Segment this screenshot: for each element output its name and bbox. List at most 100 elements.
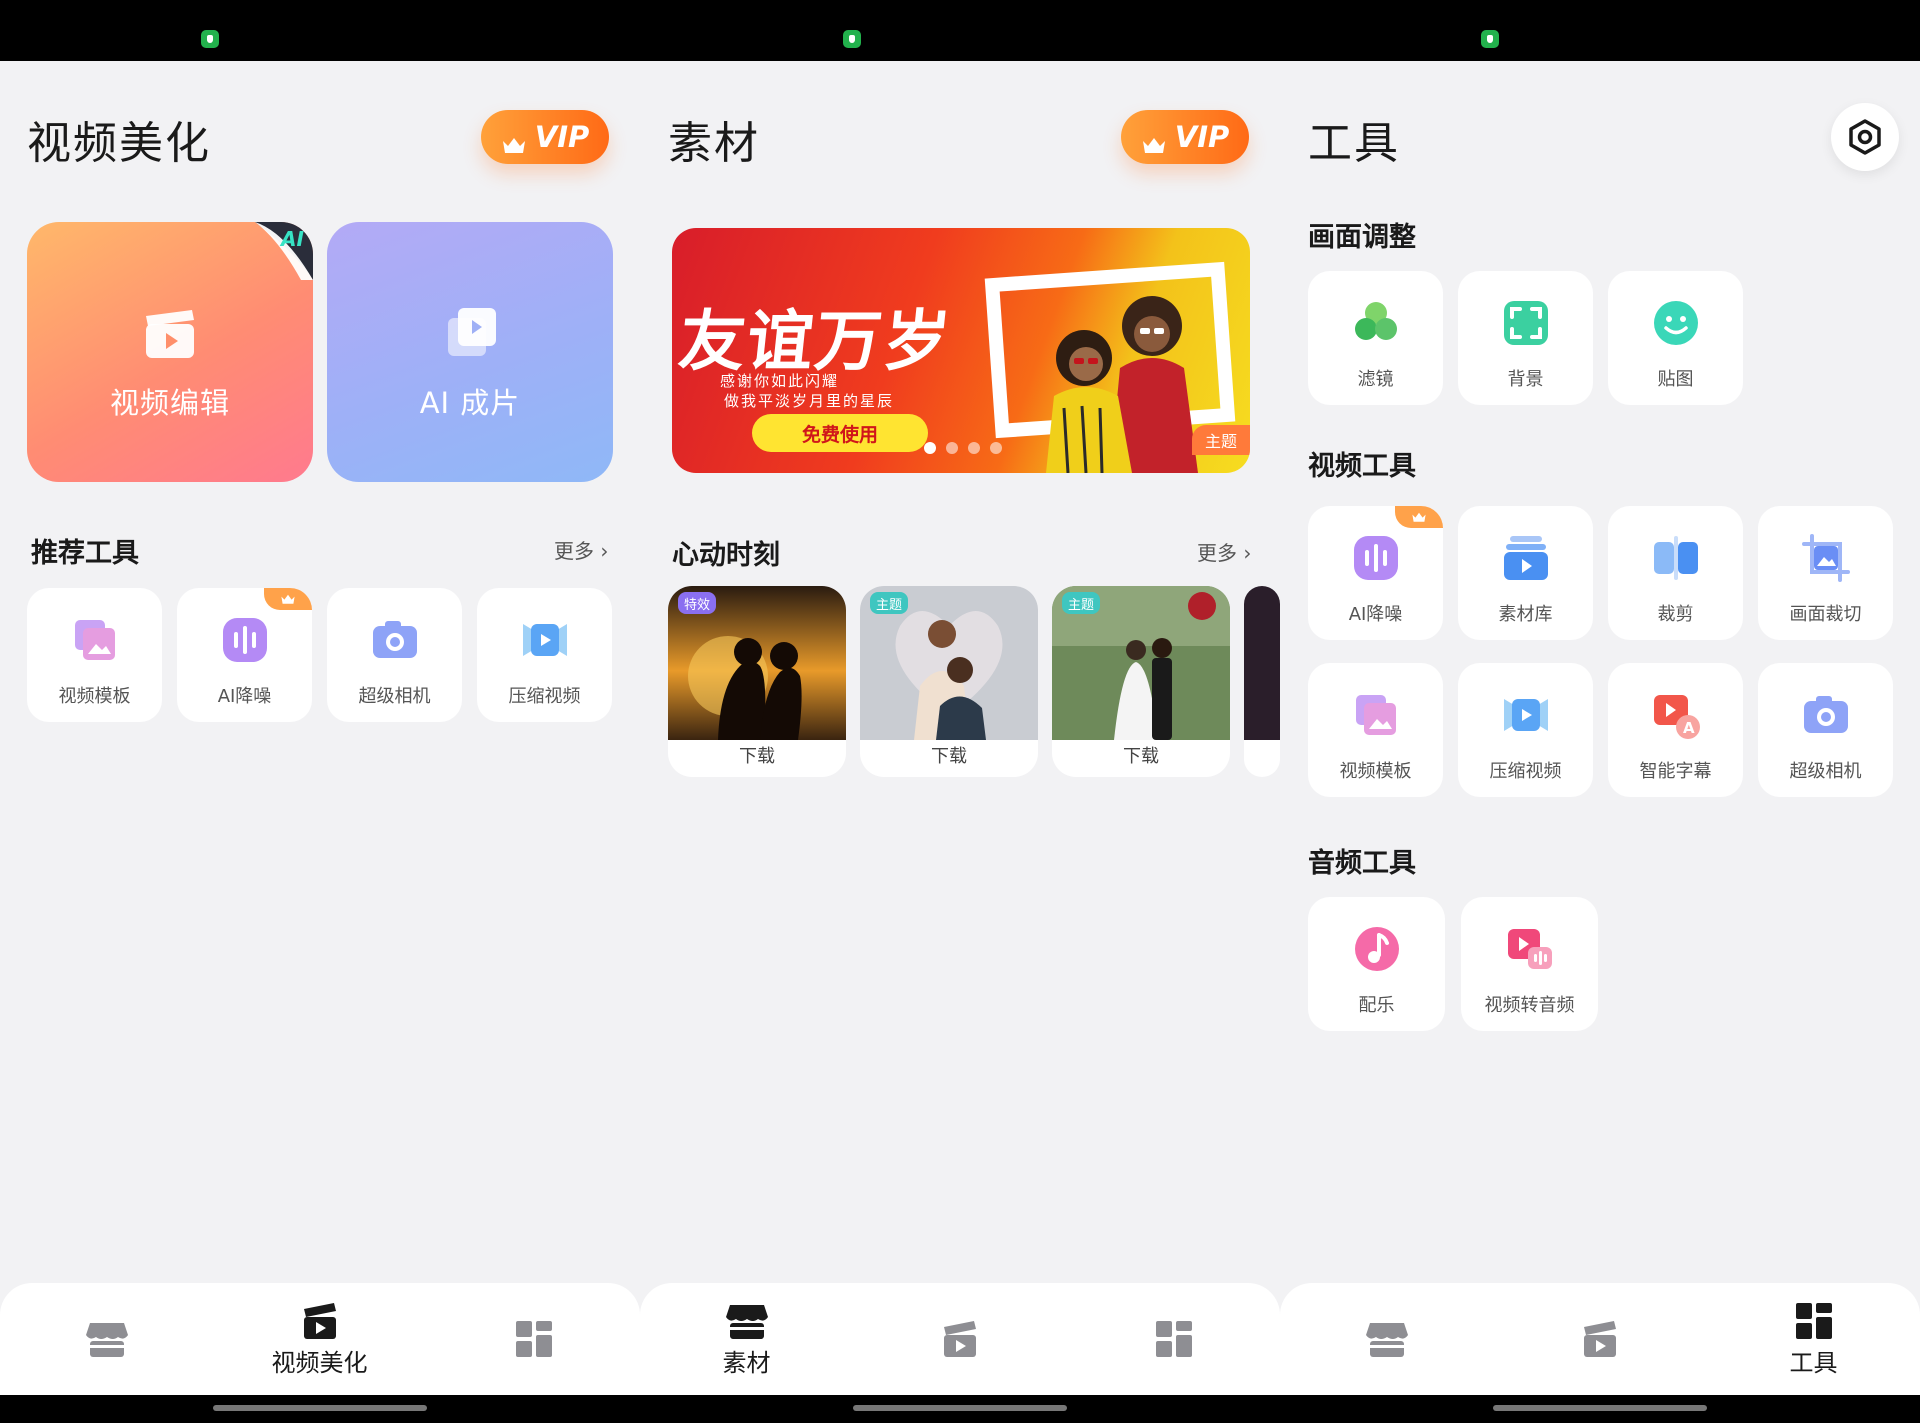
moment-card[interactable]: 特效 下载 — [668, 586, 846, 777]
nav-tools[interactable]: 工具 — [1707, 1283, 1920, 1395]
nav-materials[interactable]: 素材 — [640, 1283, 853, 1395]
camera-icon — [1803, 696, 1848, 733]
trim-icon — [1653, 536, 1698, 580]
tool-label: 配乐 — [1358, 995, 1395, 1016]
tool-label: 视频转音频 — [1484, 995, 1575, 1016]
carousel-dot[interactable] — [990, 442, 1002, 454]
grid-icon — [515, 1321, 552, 1357]
nav-materials[interactable] — [1280, 1283, 1493, 1395]
moment-card[interactable]: 主题 下载 — [860, 586, 1038, 777]
tool-label: AI降噪 — [1348, 604, 1403, 625]
tool-soundtrack[interactable]: 配乐 — [1308, 897, 1445, 1031]
tool-label: 背景 — [1507, 369, 1544, 390]
banner-subtitle: 做我平淡岁月里的星辰 — [724, 392, 895, 410]
tool-label: 视频模板 — [1339, 761, 1412, 782]
tool-label: 超级相机 — [1789, 761, 1862, 782]
tool-super-camera[interactable]: 超级相机 — [1758, 663, 1893, 797]
template-icon — [1355, 695, 1396, 735]
home-indicator[interactable] — [1493, 1405, 1707, 1411]
nav-materials[interactable] — [0, 1283, 213, 1395]
library-icon — [1503, 536, 1548, 580]
vip-button[interactable]: VIP — [1121, 110, 1249, 164]
tool-smart-subtitle[interactable]: A 智能字幕 — [1608, 663, 1743, 797]
clapperboard-icon — [943, 1321, 976, 1357]
carousel-dots — [924, 442, 1002, 454]
svg-text:AI: AI — [279, 227, 304, 251]
tool-label: 超级相机 — [358, 686, 431, 707]
tool-label: 裁剪 — [1657, 604, 1694, 625]
download-label[interactable]: 下载 — [668, 742, 846, 768]
tool-compress-video[interactable]: 压缩视频 — [477, 588, 612, 722]
beautify-screen: 视频美化 VIP AI 视频编辑 AI 成片 推荐工具 更多 › 视频模板 AI… — [0, 0, 640, 1423]
tool-ai-denoise[interactable]: AI降噪 — [1308, 506, 1443, 640]
tool-label: 智能字幕 — [1639, 761, 1712, 782]
thumbnail — [1244, 586, 1280, 740]
tool-super-camera[interactable]: 超级相机 — [327, 588, 462, 722]
chevron-right-icon: › — [1237, 541, 1252, 565]
tool-label: AI降噪 — [217, 686, 272, 707]
tool-background[interactable]: 背景 — [1458, 271, 1593, 405]
carousel-dot[interactable] — [924, 442, 936, 454]
tool-material-library[interactable]: 素材库 — [1458, 506, 1593, 640]
carousel-dot[interactable] — [968, 442, 980, 454]
video-edit-card[interactable]: AI 视频编辑 — [27, 222, 313, 482]
free-use-button[interactable]: 免费使用 — [752, 414, 928, 452]
theme-tag: 主题 — [1062, 592, 1101, 614]
crown-icon — [1412, 512, 1426, 522]
tool-video-to-audio[interactable]: 视频转音频 — [1461, 897, 1598, 1031]
recommend-more-link[interactable]: 更多 › — [554, 535, 608, 564]
effect-tag: 特效 — [678, 592, 717, 614]
shield-icon — [843, 30, 861, 48]
moment-card[interactable]: 主题 下载 — [1052, 586, 1230, 777]
section-heading-video-tools: 视频工具 — [1308, 451, 1416, 482]
vip-button[interactable]: VIP — [481, 110, 609, 164]
nav-beautify[interactable] — [853, 1283, 1066, 1395]
tool-filter[interactable]: 滤镜 — [1308, 271, 1443, 405]
nav-label: 工具 — [1789, 1348, 1838, 1377]
promo-banner[interactable]: 友谊万岁 感谢你如此闪耀 做我平淡岁月里的星辰 免费使用 主题 — [672, 228, 1250, 473]
video-to-audio-icon — [1507, 929, 1552, 969]
tool-video-template[interactable]: 视频模板 — [1308, 663, 1443, 797]
store-icon — [725, 1304, 768, 1339]
nav-tools[interactable] — [427, 1283, 640, 1395]
banner-subtitle: 感谢你如此闪耀 — [720, 372, 840, 390]
nav-beautify[interactable] — [1493, 1283, 1706, 1395]
moments-more-link[interactable]: 更多 › — [1197, 537, 1251, 566]
tool-compress-video[interactable]: 压缩视频 — [1458, 663, 1593, 797]
home-indicator[interactable] — [213, 1405, 427, 1411]
sticker-icon — [1653, 301, 1698, 345]
tool-video-template[interactable]: 视频模板 — [27, 588, 162, 722]
tool-canvas-crop[interactable]: 画面裁切 — [1758, 506, 1893, 640]
nav-beautify[interactable]: 视频美化 — [213, 1283, 426, 1395]
vip-label: VIP — [534, 120, 590, 154]
status-bar — [0, 0, 640, 61]
nav-tools[interactable] — [1067, 1283, 1280, 1395]
ai-create-card[interactable]: AI 成片 — [327, 222, 613, 482]
home-indicator[interactable] — [853, 1405, 1067, 1411]
theme-tag: 主题 — [1192, 425, 1250, 455]
page-title: 视频美化 — [27, 118, 211, 169]
carousel-dot[interactable] — [946, 442, 958, 454]
download-label[interactable]: 下载 — [860, 742, 1038, 768]
video-edit-label: 视频编辑 — [109, 386, 230, 420]
moment-card-partial[interactable] — [1244, 586, 1280, 777]
banner-people-image — [1046, 296, 1198, 473]
clapperboard-icon — [303, 1302, 336, 1339]
materials-screen: 素材 VIP 友谊万岁 感谢你如此闪耀 做我平淡岁月里的星辰 免费使用 主题 心… — [640, 0, 1280, 1423]
download-label[interactable]: 下载 — [1052, 742, 1230, 768]
tool-sticker[interactable]: 贴图 — [1608, 271, 1743, 405]
bottom-nav: 工具 — [1280, 1283, 1920, 1395]
tool-trim[interactable]: 裁剪 — [1608, 506, 1743, 640]
settings-button[interactable] — [1831, 103, 1899, 171]
background-icon — [1503, 301, 1548, 345]
music-icon — [1354, 927, 1399, 971]
camera-icon — [372, 621, 417, 658]
tool-ai-denoise[interactable]: AI降噪 — [177, 588, 312, 722]
page-title: 素材 — [668, 118, 760, 169]
more-label: 更多 — [1197, 541, 1237, 565]
compress-icon — [522, 624, 567, 656]
status-bar — [1280, 0, 1920, 61]
page-title: 工具 — [1308, 118, 1400, 169]
recommend-tools-heading: 推荐工具 — [31, 538, 139, 569]
clapperboard-icon — [146, 310, 194, 358]
